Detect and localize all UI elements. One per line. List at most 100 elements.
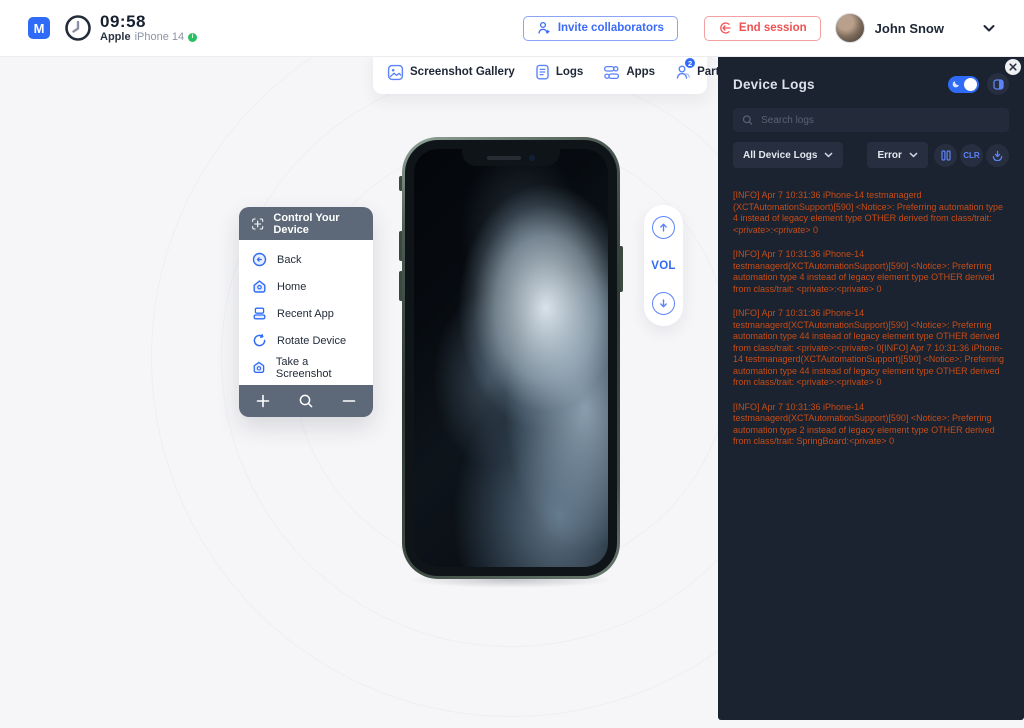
control-item-rotate-device[interactable]: Rotate Device [239, 327, 373, 354]
home-icon [252, 279, 267, 294]
minus-icon [341, 393, 357, 409]
control-item-recent-app[interactable]: Recent App [239, 300, 373, 327]
control-item-label: Recent App [277, 308, 334, 320]
volume-up-button[interactable] [652, 216, 675, 239]
layout-split-button[interactable] [987, 73, 1009, 95]
logs-theme-toggle[interactable] [948, 76, 979, 93]
front-camera [529, 155, 535, 161]
logs-title: Device Logs [733, 77, 815, 92]
chevron-down-icon [909, 152, 918, 158]
control-panel-footer [239, 385, 373, 417]
device-screen[interactable] [414, 149, 608, 567]
control-item-label: Back [277, 254, 301, 266]
end-session-label: End session [739, 22, 807, 34]
tab-logs[interactable]: Logs [535, 64, 583, 80]
apps-icon [603, 65, 620, 80]
logs-search-input[interactable] [761, 115, 1000, 126]
download-logs-button[interactable] [986, 144, 1009, 167]
phone-power-button [620, 246, 623, 292]
device-name: Apple iPhone 14 i [100, 31, 197, 43]
control-panel-list: Back Home Recent App [239, 240, 373, 385]
device-model: iPhone 14 [135, 31, 185, 43]
clear-logs-button[interactable]: CLR [960, 144, 983, 167]
toggle-knob [964, 78, 977, 91]
device-logs-panel: Device Logs [718, 57, 1024, 720]
log-entry: [INFO] Apr 7 10:31:36 iPhone-14 testmana… [733, 190, 1009, 236]
tab-logs-label: Logs [556, 66, 583, 78]
log-level-value: Error [877, 150, 901, 161]
clear-logs-label: CLR [963, 151, 979, 160]
control-crosshair-icon [251, 216, 264, 232]
device-frame [402, 137, 620, 579]
moon-icon [952, 80, 960, 88]
app-viewport: M 09:58 Apple iPhone 14 i Invit [0, 0, 1024, 728]
log-level-dropdown[interactable]: Error [867, 142, 927, 168]
control-item-label: Rotate Device [277, 335, 346, 347]
logs-header: Device Logs [733, 57, 1009, 95]
avatar[interactable] [835, 13, 865, 43]
device-notch [462, 149, 560, 166]
invite-collaborators-label: Invite collaborators [558, 22, 664, 34]
recent-apps-icon [252, 306, 267, 321]
chevron-down-icon[interactable] [982, 23, 996, 33]
log-entry: [INFO] Apr 7 10:31:36 iPhone-14 testmana… [733, 308, 1009, 389]
timer-value: 09:58 [100, 13, 197, 32]
participants-count-badge: 2 [684, 57, 696, 69]
search-icon [742, 114, 753, 126]
control-panel-title: Control Your Device [273, 212, 361, 236]
screenshot-icon [252, 360, 266, 375]
arrow-down-icon [658, 298, 669, 309]
log-source-value: All Device Logs [743, 150, 817, 161]
zoom-in-button[interactable] [255, 393, 271, 409]
pause-icon [941, 150, 951, 161]
close-logs-button[interactable] [1005, 59, 1021, 75]
control-item-label: Take a Screenshot [276, 356, 360, 380]
close-icon [1009, 63, 1017, 71]
log-entry: [INFO] Apr 7 10:31:36 iPhone-14 testmana… [733, 249, 1009, 295]
control-item-back[interactable]: Back [239, 246, 373, 273]
volume-down-button[interactable] [652, 292, 675, 315]
session-timer: 09:58 Apple iPhone 14 i [64, 13, 197, 44]
exit-icon [718, 21, 732, 35]
tab-apps-label: Apps [626, 66, 655, 78]
pause-logs-button[interactable] [934, 144, 957, 167]
speaker-slot [487, 156, 521, 160]
log-entries-list[interactable]: [INFO] Apr 7 10:31:36 iPhone-14 testmana… [733, 190, 1009, 448]
arrow-up-icon [658, 222, 669, 233]
logs-search-bar [733, 108, 1009, 132]
rotate-icon [252, 333, 267, 348]
plus-icon [255, 393, 271, 409]
image-icon [387, 64, 404, 81]
app-logo[interactable]: M [28, 17, 50, 39]
tab-screenshot-gallery[interactable]: Screenshot Gallery [387, 64, 515, 81]
control-item-take-screenshot[interactable]: Take a Screenshot [239, 354, 373, 381]
volume-label: VOL [651, 260, 676, 272]
end-session-button[interactable]: End session [704, 16, 821, 41]
chevron-down-icon [824, 152, 833, 158]
document-icon [535, 64, 550, 80]
control-item-home[interactable]: Home [239, 273, 373, 300]
magnifier-icon [298, 393, 314, 409]
volume-control: VOL [644, 205, 683, 326]
device-brand: Apple [100, 31, 131, 43]
zoom-out-button[interactable] [341, 393, 357, 409]
log-source-dropdown[interactable]: All Device Logs [733, 142, 843, 168]
device-status-icon: i [188, 33, 197, 42]
clock-icon [64, 14, 92, 42]
split-panel-icon [993, 79, 1004, 90]
tab-screenshot-gallery-label: Screenshot Gallery [410, 66, 515, 78]
back-icon [252, 252, 267, 267]
user-name: John Snow [875, 21, 944, 36]
control-panel-header[interactable]: Control Your Device [239, 207, 373, 240]
search-screen-button[interactable] [298, 393, 314, 409]
invite-collaborators-button[interactable]: Invite collaborators [523, 16, 678, 41]
person-plus-icon [537, 21, 551, 35]
tab-apps[interactable]: Apps [603, 65, 655, 80]
control-your-device-panel: Control Your Device Back Home [239, 207, 373, 417]
device-bezel [405, 140, 617, 576]
top-header: M 09:58 Apple iPhone 14 i Invit [0, 0, 1024, 57]
logs-filters: All Device Logs Error CLR [733, 142, 1009, 168]
control-item-label: Home [277, 281, 306, 293]
download-icon [992, 150, 1003, 161]
log-entry: [INFO] Apr 7 10:31:36 iPhone-14 testmana… [733, 402, 1009, 448]
